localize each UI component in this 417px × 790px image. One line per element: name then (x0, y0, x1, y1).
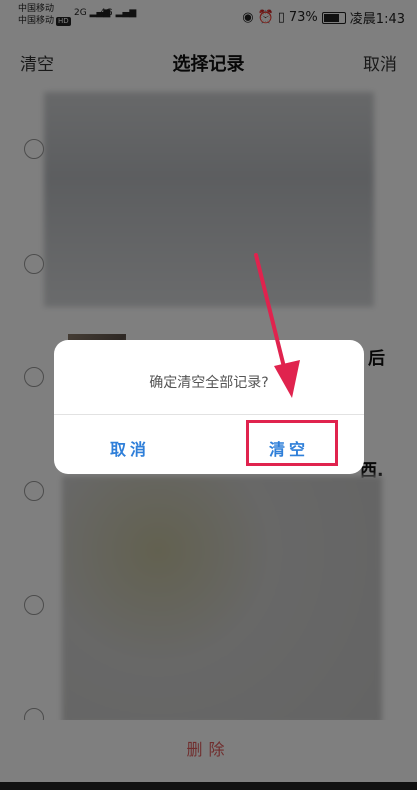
screen: 中国移动 中国移动HD 2G ▂▄▆ 4G ▂▄▆ ◉ ⏰ ▯ 73% 凌晨1:… (0, 0, 417, 790)
arrow-icon (254, 253, 300, 398)
